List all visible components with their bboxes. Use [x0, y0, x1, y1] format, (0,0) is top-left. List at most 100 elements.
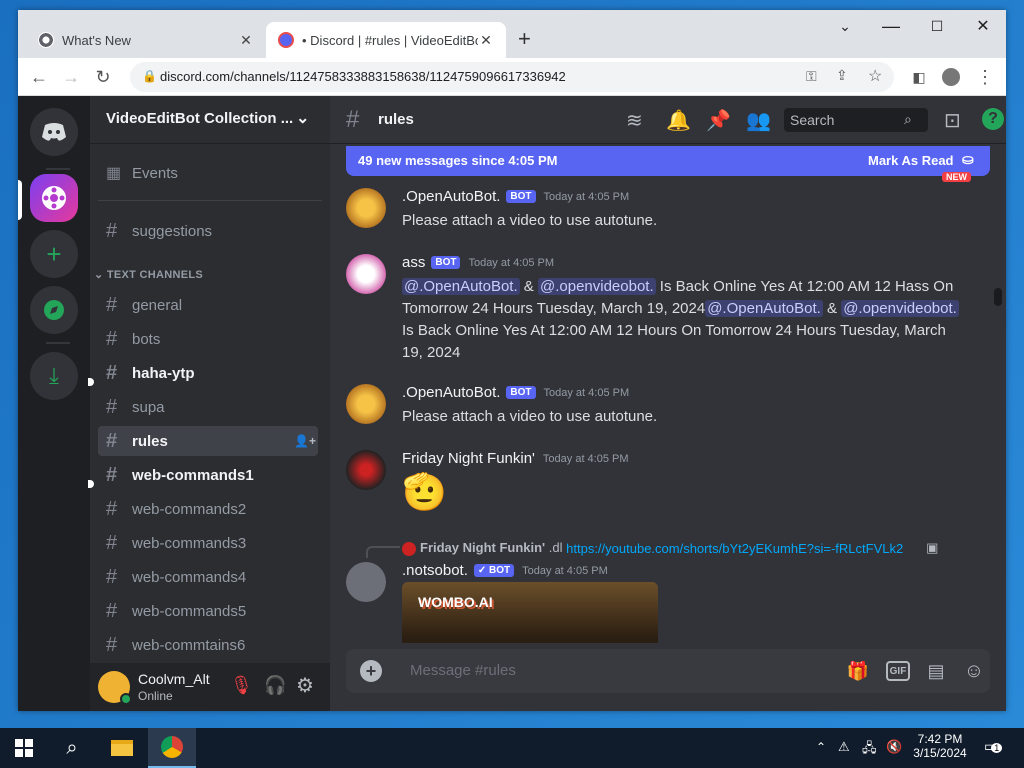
mention[interactable]: @.openvideobot. — [841, 300, 959, 317]
maximize-button[interactable]: ☐ — [914, 10, 960, 42]
file-explorer-icon[interactable] — [98, 728, 146, 768]
add-server-icon[interactable]: + — [30, 230, 78, 278]
inbox-icon[interactable]: ⊡ — [944, 108, 961, 133]
timestamp: Today at 4:05 PM — [468, 256, 555, 269]
avatar[interactable] — [346, 450, 386, 490]
channel-web-commands1[interactable]: # web-commands1 — [98, 460, 318, 490]
mic-muted-icon[interactable]: 🎙 — [230, 675, 253, 696]
channel-web-commands4[interactable]: # web-commands4 — [98, 562, 318, 592]
avatar[interactable] — [346, 188, 386, 228]
message[interactable]: .OpenAutoBot. BOT Today at 4:05 PM Please … — [346, 188, 986, 238]
author-name[interactable]: .OpenAutoBot. — [402, 384, 500, 401]
channel-web-commands2[interactable]: # web-commands2 — [98, 494, 318, 524]
channel-web-commands5[interactable]: # web-commands5 — [98, 596, 318, 626]
invite-icon[interactable]: 👤+ — [294, 434, 316, 448]
channel-label: web-commands4 — [132, 568, 247, 586]
mention[interactable]: @.openvideobot. — [537, 278, 656, 295]
clock[interactable]: 7:42 PM 3/15/2024 — [910, 732, 970, 760]
sidepanel-icon[interactable]: ◧ — [906, 64, 932, 90]
explore-compass-icon[interactable] — [30, 286, 78, 334]
emoji-salute[interactable]: 🫡 — [402, 470, 962, 514]
tab-discord[interactable]: • Discord | #rules | VideoEditBot ✕ — [266, 22, 506, 58]
bell-icon[interactable]: 🔔 — [666, 108, 691, 133]
volume-muted-icon[interactable]: 🔇 — [886, 739, 902, 755]
mention[interactable]: @.OpenAutoBot. — [402, 278, 520, 295]
avatar[interactable] — [346, 562, 386, 602]
menu-kebab-icon[interactable]: ⋮ — [972, 64, 998, 90]
reload-icon[interactable]: ↻ — [90, 64, 116, 90]
search-icon[interactable]: ⌕ — [48, 728, 96, 768]
message-composer[interactable]: + Message #rules 🎁 GIF ▤ ☺ — [346, 649, 990, 693]
avatar[interactable] — [346, 384, 386, 424]
network-icon[interactable]: 🖧 — [862, 739, 877, 761]
tab-whats-new[interactable]: What's New ✕ — [26, 22, 266, 58]
category-text-channels[interactable]: ⌄ TEXT CHANNELS — [94, 268, 203, 281]
close-window-button[interactable]: ✕ — [960, 10, 1006, 42]
discord-home-icon[interactable] — [30, 108, 78, 156]
search-input[interactable]: Search ⌕ — [784, 108, 928, 132]
gift-icon[interactable]: 🎁 — [846, 659, 870, 683]
threads-icon[interactable]: ≋ — [626, 108, 643, 133]
message-text: Please attach a video to use autotune. — [402, 408, 658, 425]
chevron-down-icon[interactable]: ⌄ — [296, 108, 309, 128]
avatar[interactable] — [346, 254, 386, 294]
new-messages-bar[interactable]: 49 new messages since 4:05 PM Mark As Re… — [346, 146, 990, 182]
new-tab-button[interactable]: + — [518, 26, 531, 52]
bookmark-star-icon[interactable]: ☆ — [868, 66, 882, 86]
headphones-icon[interactable]: 🎧 — [264, 675, 286, 696]
message-input[interactable]: Message #rules — [410, 662, 516, 679]
forward-icon[interactable]: → — [58, 64, 84, 90]
channel-general[interactable]: # general — [98, 290, 318, 320]
emoji-icon[interactable]: ☺ — [962, 659, 986, 683]
scrollbar-thumb[interactable] — [994, 288, 1002, 306]
channel-web-commtains6[interactable]: # web-commtains6 — [98, 630, 318, 660]
minimize-button[interactable]: — — [868, 10, 914, 42]
tray-security-icon[interactable]: ⚠ — [838, 739, 850, 755]
profile-avatar[interactable] — [938, 64, 964, 90]
gear-icon[interactable]: ⚙ — [296, 673, 314, 698]
text-fragment: & — [519, 278, 538, 295]
clock-date: 3/15/2024 — [913, 746, 967, 760]
start-windows-icon[interactable] — [0, 728, 48, 768]
channel-bots[interactable]: # bots — [98, 324, 318, 354]
add-attachment-icon[interactable]: + — [360, 660, 382, 682]
tab-search-icon[interactable]: ⌄ — [822, 10, 868, 42]
message[interactable]: ass BOT Today at 4:05 PM @.OpenAutoBot. & … — [346, 254, 986, 374]
channel-web-commands3[interactable]: # web-commands3 — [98, 528, 318, 558]
gif-icon[interactable]: GIF — [886, 661, 910, 681]
help-icon[interactable]: ? — [982, 108, 1004, 130]
server-header[interactable]: VideoEditBot Collection ... ⌄ — [90, 96, 330, 144]
mark-as-read-button[interactable]: Mark As Read — [868, 153, 954, 168]
members-icon[interactable]: 👥 — [746, 108, 771, 133]
close-icon[interactable]: ✕ — [238, 32, 254, 49]
events-item[interactable]: ▦ Events — [98, 158, 318, 188]
message[interactable]: .OpenAutoBot. BOT Today at 4:05 PM Please … — [346, 384, 986, 434]
download-icon[interactable]: ⤓ — [30, 352, 78, 400]
chrome-taskbar-icon[interactable] — [148, 728, 196, 768]
message[interactable]: Friday Night Funkin' Today at 4:05 PM 🫡 — [346, 450, 986, 520]
tray-chevron-icon[interactable]: ⌃ — [816, 740, 826, 754]
message[interactable]: Friday Night Funkin' .dl https://youtube… — [346, 540, 986, 643]
channel-haha-ytp[interactable]: # haha-ytp — [98, 358, 318, 388]
server-videoeditbot-icon[interactable] — [30, 174, 78, 222]
address-bar[interactable]: 🔒 discord.com/channels/11247583338831586… — [130, 62, 894, 92]
sticker-icon[interactable]: ▤ — [924, 659, 948, 683]
video-embed-thumbnail[interactable]: WOMBO.AI — [402, 582, 658, 643]
author-name[interactable]: ass — [402, 254, 425, 271]
back-icon[interactable]: ← — [26, 64, 52, 90]
pin-icon[interactable]: 📌 — [706, 108, 731, 133]
reply-preview[interactable]: Friday Night Funkin' .dl https://youtube… — [402, 540, 938, 556]
message-text: @.OpenAutoBot. & @.openvideobot. Is Back… — [402, 276, 962, 364]
author-name[interactable]: .OpenAutoBot. — [402, 188, 500, 205]
close-icon[interactable]: ✕ — [478, 32, 494, 49]
share-icon[interactable]: ⇪ — [836, 67, 848, 84]
channel-rules[interactable]: # rules 👤+ — [98, 426, 318, 456]
channel-supa[interactable]: # supa — [98, 392, 318, 422]
key-icon[interactable]: ⚿ — [806, 68, 817, 85]
author-name[interactable]: Friday Night Funkin' — [402, 450, 535, 467]
author-name[interactable]: .notsobot. — [402, 562, 468, 579]
notifications-icon[interactable]: ▭1 — [984, 738, 1003, 755]
reply-link[interactable]: https://youtube.com/shorts/bYt2yEKumhE?s… — [566, 541, 922, 556]
channel-suggestions[interactable]: # suggestions — [98, 216, 318, 246]
mention[interactable]: @.OpenAutoBot. — [705, 300, 823, 317]
